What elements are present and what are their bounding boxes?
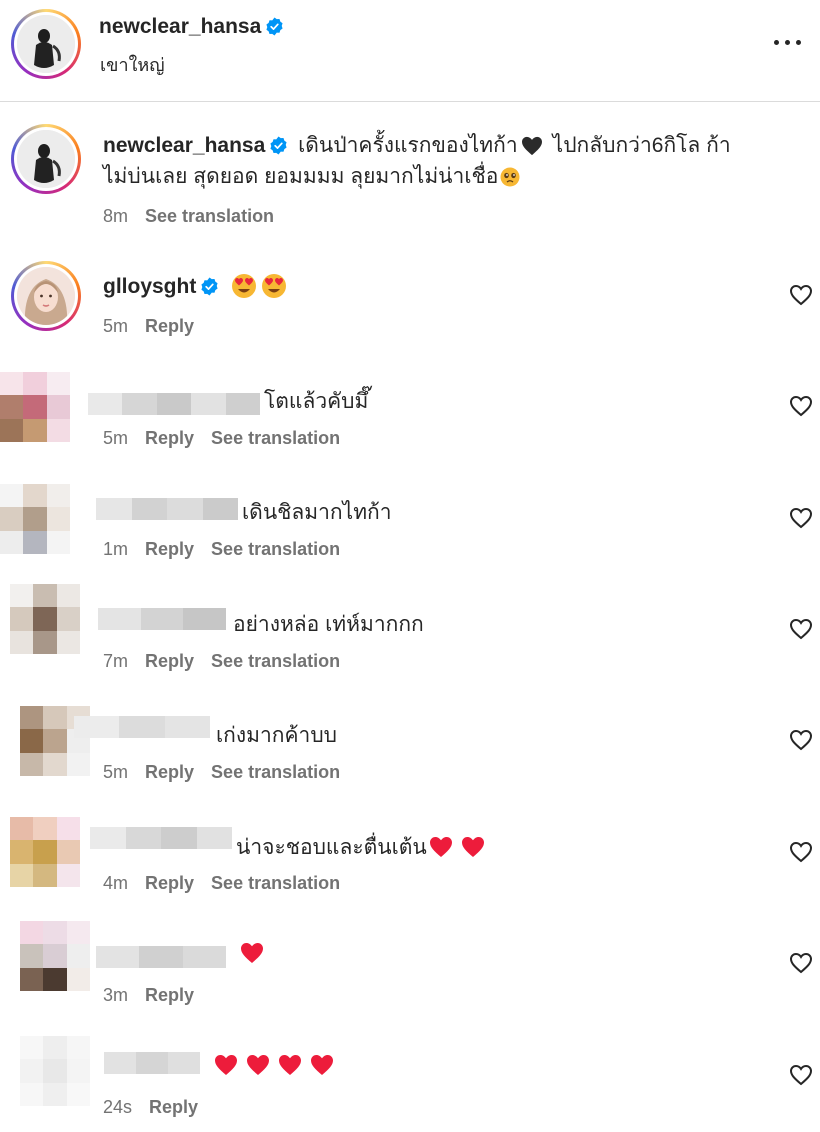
comment-time[interactable]: 5m	[103, 316, 128, 336]
heart-outline-icon[interactable]	[789, 952, 813, 974]
comment-text: อย่างหล่อ เท่ห์มากกก	[233, 613, 424, 636]
comment-avatar[interactable]	[20, 921, 90, 991]
caption-avatar[interactable]	[11, 124, 81, 194]
comment-body: glloysght	[103, 273, 287, 299]
comment-meta: 1m Reply See translation	[103, 539, 357, 560]
comment-meta: 5m Reply See translation	[103, 428, 357, 449]
post-location[interactable]: เขาใหญ่	[100, 50, 165, 79]
caption-username[interactable]: newclear_hansa	[103, 134, 265, 157]
comment-time[interactable]: 24s	[103, 1097, 132, 1117]
reply-button[interactable]: Reply	[149, 1097, 198, 1117]
comment-meta: 5m Reply	[103, 316, 211, 337]
verified-badge-icon	[266, 17, 283, 36]
comment-time[interactable]: 1m	[103, 539, 128, 559]
red-heart-emoji	[241, 943, 263, 963]
comment-meta: 24s Reply	[103, 1097, 215, 1118]
see-translation-link[interactable]: See translation	[211, 762, 340, 782]
black-heart-emoji	[521, 136, 542, 156]
red-heart-emoji	[461, 837, 484, 857]
comment-avatar[interactable]	[0, 372, 70, 442]
reply-button[interactable]: Reply	[145, 873, 194, 893]
reply-button[interactable]: Reply	[145, 316, 194, 336]
heart-outline-icon[interactable]	[789, 618, 813, 640]
pleading-face-emoji	[500, 167, 520, 187]
author-avatar[interactable]	[11, 9, 81, 79]
caption-line-2: ไม่บ่นเลย สุดยอด ยอมมมม ลุยมากไม่น่าเชื่…	[103, 165, 499, 188]
reply-button[interactable]: Reply	[145, 539, 194, 559]
comment-meta: 3m Reply	[103, 985, 211, 1006]
comment-meta: 4m Reply See translation	[103, 873, 357, 894]
heart-eyes-emoji	[262, 274, 287, 298]
heart-outline-icon[interactable]	[789, 729, 813, 751]
comment-time[interactable]: 3m	[103, 985, 128, 1005]
reply-button[interactable]: Reply	[145, 762, 194, 782]
see-translation-link[interactable]: See translation	[211, 651, 340, 671]
comment-text: เก่งมากค้าบบ	[216, 724, 337, 747]
comment-username-redacted[interactable]	[96, 946, 226, 968]
heart-eyes-emoji	[232, 274, 257, 298]
reply-button[interactable]: Reply	[145, 985, 194, 1005]
heart-outline-icon[interactable]	[789, 395, 813, 417]
comment-username-redacted[interactable]	[90, 827, 232, 849]
comment-time[interactable]: 4m	[103, 873, 128, 893]
reply-button[interactable]: Reply	[145, 428, 194, 448]
comment-time[interactable]: 7m	[103, 651, 128, 671]
comment-username-redacted[interactable]	[88, 393, 261, 415]
red-heart-emoji	[429, 837, 452, 857]
comment-avatar[interactable]	[11, 261, 81, 331]
comment-username-redacted[interactable]	[74, 716, 210, 738]
caption-line-1-tail: ไปกลับกว่า6กิโล ก้า	[552, 134, 731, 157]
red-heart-emoji	[279, 1055, 301, 1075]
reply-button[interactable]: Reply	[145, 651, 194, 671]
comment-username-redacted[interactable]	[104, 1052, 200, 1074]
red-heart-emoji	[215, 1055, 237, 1075]
see-translation-link[interactable]: See translation	[211, 539, 340, 559]
comment-avatar[interactable]	[0, 484, 70, 554]
comment-text: น่าจะชอบและตื่นเต้น	[236, 836, 427, 859]
comment-body	[240, 942, 264, 966]
comment-time[interactable]: 5m	[103, 428, 128, 448]
comment-avatar[interactable]	[20, 1036, 90, 1106]
heart-outline-icon[interactable]	[789, 1064, 813, 1086]
comment-text: เดินชิลมากไทก้า	[242, 501, 392, 524]
comment-meta: 5m Reply See translation	[103, 762, 357, 783]
comment-text: โตแล้วคับมึ๊	[264, 390, 369, 413]
caption-meta: 8m See translation	[103, 206, 291, 227]
red-heart-emoji	[247, 1055, 269, 1075]
comment-username[interactable]: glloysght	[103, 275, 196, 298]
heart-outline-icon[interactable]	[789, 507, 813, 529]
comment-time[interactable]: 5m	[103, 762, 128, 782]
see-translation-link[interactable]: See translation	[145, 206, 274, 226]
heart-outline-icon[interactable]	[789, 841, 813, 863]
comment-body	[214, 1054, 334, 1078]
comment-username-redacted[interactable]	[98, 608, 227, 630]
more-options-icon[interactable]	[772, 34, 804, 50]
caption-time[interactable]: 8m	[103, 206, 128, 226]
see-translation-link[interactable]: See translation	[211, 428, 340, 448]
post-caption: newclear_hansa เดินป่าครั้งแรกของไทก้า ไป…	[103, 130, 803, 192]
red-heart-emoji	[311, 1055, 333, 1075]
caption-line-1: เดินป่าครั้งแรกของไทก้า	[298, 134, 518, 157]
see-translation-link[interactable]: See translation	[211, 873, 340, 893]
comment-meta: 7m Reply See translation	[103, 651, 357, 672]
comment-body: น่าจะชอบและตื่นเต้น	[236, 831, 485, 864]
comment-avatar[interactable]	[10, 817, 80, 887]
comment-username-redacted[interactable]	[96, 498, 238, 520]
comment-avatar[interactable]	[10, 584, 80, 654]
author-username-text[interactable]: newclear_hansa	[99, 15, 261, 38]
heart-outline-icon[interactable]	[789, 284, 813, 306]
author-username[interactable]: newclear_hansa	[99, 15, 284, 39]
verified-badge-icon	[201, 277, 218, 296]
verified-badge-icon	[270, 136, 287, 155]
post-header: newclear_hansa เขาใหญ่	[0, 0, 820, 102]
